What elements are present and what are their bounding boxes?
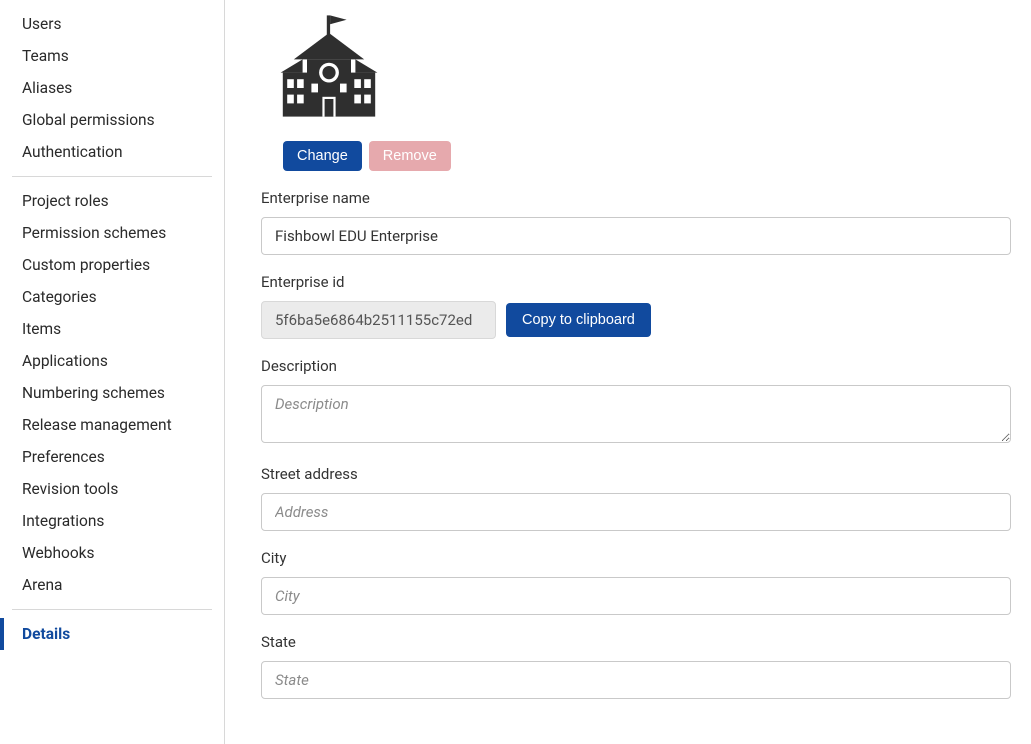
sidebar-item-label: Users bbox=[22, 15, 62, 33]
sidebar-item-categories[interactable]: Categories bbox=[0, 281, 224, 313]
sidebar-item-label: Authentication bbox=[22, 143, 123, 161]
description-label: Description bbox=[261, 357, 1011, 375]
sidebar-item-preferences[interactable]: Preferences bbox=[0, 441, 224, 473]
enterprise-name-label: Enterprise name bbox=[261, 189, 1011, 207]
sidebar-group-3: Details bbox=[0, 618, 224, 650]
sidebar-item-release-management[interactable]: Release management bbox=[0, 409, 224, 441]
sidebar-item-label: Global permissions bbox=[22, 111, 155, 129]
sidebar-group-2: Project roles Permission schemes Custom … bbox=[0, 185, 224, 601]
field-description: Description bbox=[261, 357, 1011, 447]
sidebar-group-1: Users Teams Aliases Global permissions A… bbox=[0, 8, 224, 168]
sidebar-item-numbering-schemes[interactable]: Numbering schemes bbox=[0, 377, 224, 409]
sidebar-item-items[interactable]: Items bbox=[0, 313, 224, 345]
sidebar-item-label: Numbering schemes bbox=[22, 384, 165, 402]
sidebar-item-users[interactable]: Users bbox=[0, 8, 224, 40]
sidebar-item-webhooks[interactable]: Webhooks bbox=[0, 537, 224, 569]
field-enterprise-id: Enterprise id 5f6ba5e6864b2511155c72ed C… bbox=[261, 273, 1011, 339]
sidebar-item-label: Revision tools bbox=[22, 480, 118, 498]
enterprise-id-label: Enterprise id bbox=[261, 273, 1011, 291]
sidebar-item-global-permissions[interactable]: Global permissions bbox=[0, 104, 224, 136]
sidebar-item-label: Integrations bbox=[22, 512, 104, 530]
sidebar-item-arena[interactable]: Arena bbox=[0, 569, 224, 601]
sidebar-item-label: Release management bbox=[22, 416, 172, 434]
sidebar-item-label: Items bbox=[22, 320, 61, 338]
sidebar-item-teams[interactable]: Teams bbox=[0, 40, 224, 72]
state-label: State bbox=[261, 633, 1011, 651]
enterprise-logo-section: Change Remove bbox=[261, 0, 1011, 171]
description-input[interactable] bbox=[261, 385, 1011, 443]
sidebar-item-label: Aliases bbox=[22, 79, 72, 97]
copy-to-clipboard-button[interactable]: Copy to clipboard bbox=[506, 303, 651, 337]
field-city: City bbox=[261, 549, 1011, 615]
field-state: State bbox=[261, 633, 1011, 699]
enterprise-name-input[interactable] bbox=[261, 217, 1011, 255]
street-address-label: Street address bbox=[261, 465, 1011, 483]
enterprise-logo bbox=[261, 0, 396, 135]
sidebar-item-label: Project roles bbox=[22, 192, 109, 210]
sidebar-item-label: Webhooks bbox=[22, 544, 95, 562]
sidebar-item-permission-schemes[interactable]: Permission schemes bbox=[0, 217, 224, 249]
enterprise-id-row: 5f6ba5e6864b2511155c72ed Copy to clipboa… bbox=[261, 301, 1011, 339]
sidebar-item-project-roles[interactable]: Project roles bbox=[0, 185, 224, 217]
sidebar-item-label: Permission schemes bbox=[22, 224, 166, 242]
sidebar-item-label: Categories bbox=[22, 288, 97, 306]
sidebar: Users Teams Aliases Global permissions A… bbox=[0, 0, 225, 744]
city-input[interactable] bbox=[261, 577, 1011, 615]
main-content: Change Remove Enterprise name Enterprise… bbox=[225, 0, 1031, 744]
sidebar-item-label: Teams bbox=[22, 47, 69, 65]
sidebar-item-custom-properties[interactable]: Custom properties bbox=[0, 249, 224, 281]
sidebar-item-details[interactable]: Details bbox=[0, 618, 224, 650]
field-enterprise-name: Enterprise name bbox=[261, 189, 1011, 255]
sidebar-item-label: Details bbox=[22, 625, 70, 643]
field-street-address: Street address bbox=[261, 465, 1011, 531]
sidebar-divider bbox=[12, 176, 212, 177]
sidebar-item-label: Preferences bbox=[22, 448, 105, 466]
sidebar-item-label: Arena bbox=[22, 576, 62, 594]
school-icon bbox=[274, 11, 384, 125]
sidebar-item-aliases[interactable]: Aliases bbox=[0, 72, 224, 104]
remove-logo-button[interactable]: Remove bbox=[369, 141, 451, 171]
enterprise-id-value: 5f6ba5e6864b2511155c72ed bbox=[261, 301, 496, 339]
sidebar-item-integrations[interactable]: Integrations bbox=[0, 505, 224, 537]
sidebar-item-applications[interactable]: Applications bbox=[0, 345, 224, 377]
sidebar-item-revision-tools[interactable]: Revision tools bbox=[0, 473, 224, 505]
sidebar-divider bbox=[12, 609, 212, 610]
state-input[interactable] bbox=[261, 661, 1011, 699]
logo-actions: Change Remove bbox=[283, 141, 451, 171]
street-address-input[interactable] bbox=[261, 493, 1011, 531]
city-label: City bbox=[261, 549, 1011, 567]
change-logo-button[interactable]: Change bbox=[283, 141, 362, 171]
sidebar-item-label: Custom properties bbox=[22, 256, 150, 274]
sidebar-item-label: Applications bbox=[22, 352, 108, 370]
sidebar-item-authentication[interactable]: Authentication bbox=[0, 136, 224, 168]
